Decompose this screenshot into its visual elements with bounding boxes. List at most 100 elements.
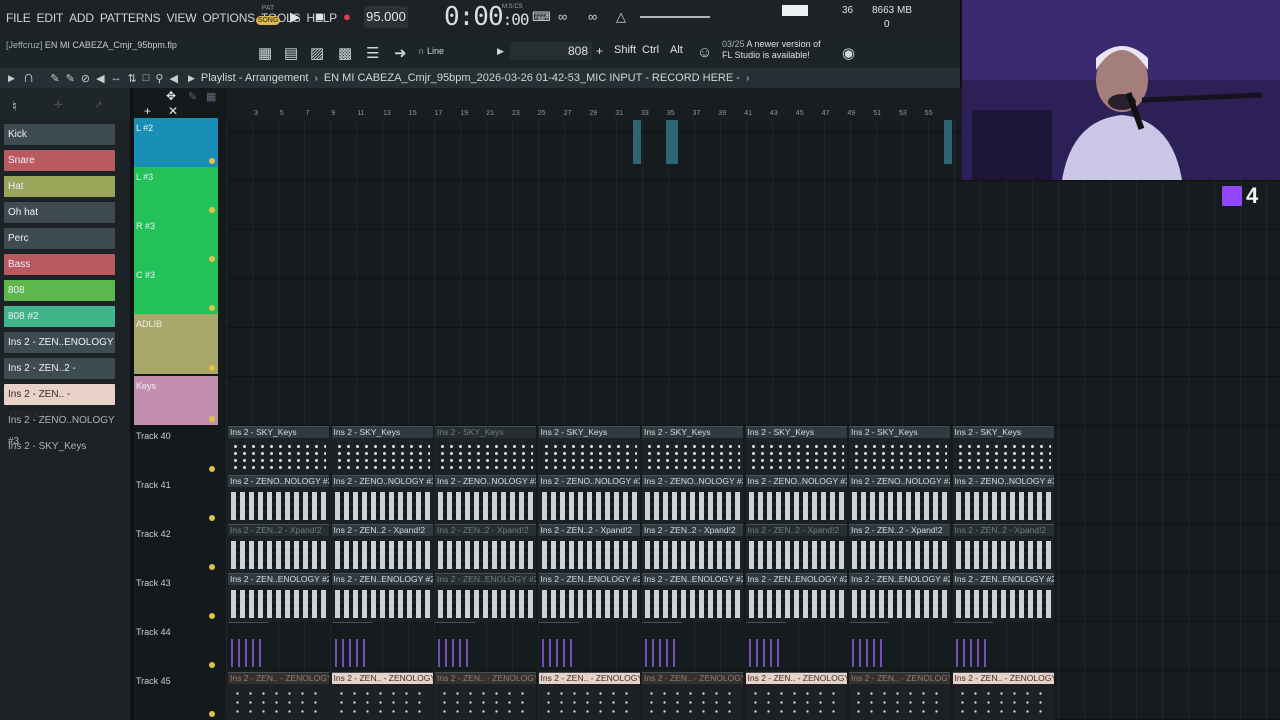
timeline-ruler[interactable]: 3 5 7 9 11 13 15 17 19 21 23 25 27 29 31 33 35 37 39 41 43 45… bbox=[226, 88, 960, 120]
pattern-clip[interactable] bbox=[435, 622, 475, 671]
mixer-icon[interactable]: ☰ bbox=[366, 44, 379, 62]
pattern-clip[interactable]: Ins 2 - SKY_Keys bbox=[538, 426, 640, 475]
pattern-clip[interactable]: Ins 2 - ZEN..ENOLOGY #2 bbox=[952, 573, 1054, 622]
pattern-clip[interactable]: Ins 2 - ZENO..NOLOGY #3 bbox=[538, 475, 640, 524]
channel-button[interactable]: Bass bbox=[4, 254, 115, 275]
pattern-clip[interactable]: Ins 2 - ZEN.. - ZENOLOGY bbox=[331, 672, 433, 720]
pattern-clip[interactable]: Ins 2 - ZEN..2 - Xpand!2 bbox=[538, 524, 640, 573]
menu-view[interactable]: VIEW bbox=[166, 11, 196, 25]
channel-button[interactable]: Ins 2 - ZEN..ENOLOGY #2 bbox=[4, 332, 115, 369]
pattern-clip[interactable]: Ins 2 - ZEN..2 - Xpand!2 bbox=[228, 524, 329, 573]
track-indicator-dot[interactable] bbox=[209, 711, 215, 717]
move-icon[interactable]: ✥ bbox=[166, 89, 176, 103]
pattern-clip[interactable]: Ins 2 - SKY_Keys bbox=[642, 426, 743, 475]
pattern-clip[interactable]: Ins 2 - ZEN..ENOLOGY #2 bbox=[331, 573, 433, 622]
pattern-clip[interactable]: Ins 2 - ZENO..NOLOGY #3 bbox=[435, 475, 536, 524]
pattern-clip[interactable]: Ins 2 - ZENO..NOLOGY #3 bbox=[642, 475, 743, 524]
pattern-clip[interactable] bbox=[228, 622, 268, 671]
view-toggle-icon[interactable]: ▦ bbox=[206, 90, 216, 103]
track-header[interactable]: Track 42 bbox=[134, 524, 218, 573]
pattern-clip[interactable]: Ins 2 - ZEN..2 - Xpand!2 bbox=[745, 524, 847, 573]
fruit-logo-icon[interactable]: ◉ bbox=[842, 44, 855, 62]
channel-button[interactable]: Oh hat bbox=[4, 202, 115, 223]
track-indicator-dot[interactable] bbox=[209, 158, 215, 164]
play-arrow-icon[interactable]: ▶ bbox=[8, 73, 15, 84]
pattern-selector[interactable]: 808 bbox=[510, 42, 592, 60]
mute-tool-icon[interactable]: ◀ bbox=[96, 72, 104, 85]
pattern-clip[interactable] bbox=[952, 622, 993, 671]
track-header[interactable]: Track 41 bbox=[134, 475, 218, 524]
channel-button[interactable]: Ins 2 - ZEN..2 - Xpand!2 bbox=[4, 358, 115, 395]
pattern-arrow-icon[interactable]: ▶ bbox=[497, 46, 504, 57]
channel-button[interactable]: 808 #2 bbox=[4, 306, 115, 327]
update-hint[interactable]: 03/25 A newer version of FL Studio is av… bbox=[722, 39, 842, 61]
stop-icon[interactable]: ■ bbox=[316, 9, 324, 24]
pattern-clip[interactable]: Ins 2 - ZEN..ENOLOGY #2 bbox=[435, 573, 536, 622]
pattern-clip[interactable]: Ins 2 - SKY_Keys bbox=[228, 426, 329, 475]
pattern-clip[interactable]: Ins 2 - ZEN.. - ZENOLOGY bbox=[849, 672, 950, 720]
zoom-tool-icon[interactable]: ⚲ bbox=[155, 72, 163, 85]
track-header[interactable]: Keys bbox=[134, 376, 218, 425]
draw-tool-icon[interactable]: ✎ bbox=[50, 72, 59, 85]
pattern-clip[interactable]: Ins 2 - ZENO..NOLOGY #3 bbox=[849, 475, 950, 524]
snap-select[interactable]: ∩ Line bbox=[418, 42, 494, 60]
pattern-clip[interactable]: Ins 2 - ZEN.. - ZENOLOGY bbox=[228, 672, 329, 720]
audio-clip[interactable] bbox=[944, 120, 952, 164]
menu-file[interactable]: FILE bbox=[6, 11, 31, 25]
close-icon[interactable]: ✕ bbox=[168, 104, 178, 118]
channel-button[interactable]: Snare bbox=[4, 150, 115, 171]
playlist-menu-arrow-icon[interactable]: ▶ bbox=[188, 73, 195, 84]
track-header[interactable]: Track 40 bbox=[134, 426, 218, 475]
playlist-window-icon[interactable]: ▦ bbox=[258, 44, 272, 62]
pattern-clip[interactable]: Ins 2 - ZEN..2 - Xpand!2 bbox=[331, 524, 433, 573]
track-indicator-dot[interactable] bbox=[209, 256, 215, 262]
play-icon[interactable]: ▶ bbox=[290, 9, 300, 25]
master-volume-slider[interactable] bbox=[640, 16, 710, 18]
pattern-clip[interactable] bbox=[331, 622, 372, 671]
track-indicator-dot[interactable] bbox=[209, 564, 215, 570]
piano-icon[interactable]: ♮ bbox=[12, 98, 17, 115]
channel-button[interactable]: Ins 2 - ZENO..NOLOGY #3 bbox=[4, 410, 115, 447]
pattern-clip[interactable]: Ins 2 - SKY_Keys bbox=[952, 426, 1054, 475]
pattern-clip[interactable]: Ins 2 - ZENO..NOLOGY #3 bbox=[745, 475, 847, 524]
track-indicator-dot[interactable] bbox=[209, 515, 215, 521]
menu-patterns[interactable]: PATTERNS bbox=[100, 11, 161, 25]
magnet-snap-icon[interactable]: ∩ bbox=[23, 69, 35, 87]
menu-edit[interactable]: EDIT bbox=[37, 11, 64, 25]
audio-clip[interactable] bbox=[633, 120, 641, 164]
track-header[interactable]: C #3 bbox=[134, 265, 218, 314]
pattern-clip[interactable]: Ins 2 - ZEN..ENOLOGY #2 bbox=[642, 573, 743, 622]
track-header[interactable]: ADLIB bbox=[134, 314, 218, 374]
pattern-clip[interactable]: Ins 2 - ZEN..ENOLOGY #2 bbox=[745, 573, 847, 622]
pattern-clip[interactable] bbox=[849, 622, 889, 671]
pattern-clip[interactable]: Ins 2 - SKY_Keys bbox=[745, 426, 847, 475]
track-header[interactable]: L #2 bbox=[134, 118, 218, 167]
loop-record-icon[interactable]: ∞ bbox=[588, 9, 597, 24]
track-indicator-dot[interactable] bbox=[209, 365, 215, 371]
pattern-clip[interactable]: Ins 2 - ZEN..ENOLOGY #2 bbox=[228, 573, 329, 622]
pattern-clip[interactable]: Ins 2 - ZEN.. - ZENOLOGY bbox=[435, 672, 536, 720]
pattern-clip[interactable]: Ins 2 - ZEN..2 - Xpand!2 bbox=[435, 524, 536, 573]
typing-keyboard-icon[interactable]: ⌨ bbox=[532, 9, 551, 25]
track-header[interactable]: Track 45 bbox=[134, 671, 218, 720]
channel-button[interactable]: Kick bbox=[4, 124, 115, 145]
pattern-clip[interactable]: Ins 2 - ZEN.. - ZENOLOGY bbox=[745, 672, 847, 720]
pattern-clip[interactable]: Ins 2 - ZEN..ENOLOGY #2 bbox=[849, 573, 950, 622]
add-track-icon[interactable]: + bbox=[144, 104, 151, 118]
track-header[interactable]: L #3 bbox=[134, 167, 218, 216]
shift-key-button[interactable]: Shift bbox=[614, 44, 636, 56]
channel-button[interactable]: Ins 2 - SKY_Keys bbox=[4, 436, 115, 457]
channel-button[interactable]: Ins 2 - ZEN.. - ZENOLOGY bbox=[4, 384, 115, 421]
track-indicator-dot[interactable] bbox=[209, 305, 215, 311]
pattern-clip[interactable]: Ins 2 - ZENO..NOLOGY #3 bbox=[228, 475, 329, 524]
track-header[interactable]: Track 44 bbox=[134, 622, 218, 671]
path-chevron-icon[interactable]: › bbox=[746, 73, 749, 84]
audio-icon[interactable]: ✛ bbox=[54, 100, 62, 111]
track-header[interactable]: Track 43 bbox=[134, 573, 218, 622]
audio-clip[interactable] bbox=[666, 120, 678, 164]
pattern-clip[interactable]: Ins 2 - ZEN..2 - Xpand!2 bbox=[642, 524, 743, 573]
add-pattern-button[interactable]: + bbox=[596, 44, 603, 58]
piano-roll-icon[interactable]: ▨ bbox=[310, 44, 324, 62]
paint-tool-icon[interactable]: ✎ bbox=[66, 72, 75, 85]
tempo-display[interactable]: 95.000 bbox=[364, 6, 408, 28]
